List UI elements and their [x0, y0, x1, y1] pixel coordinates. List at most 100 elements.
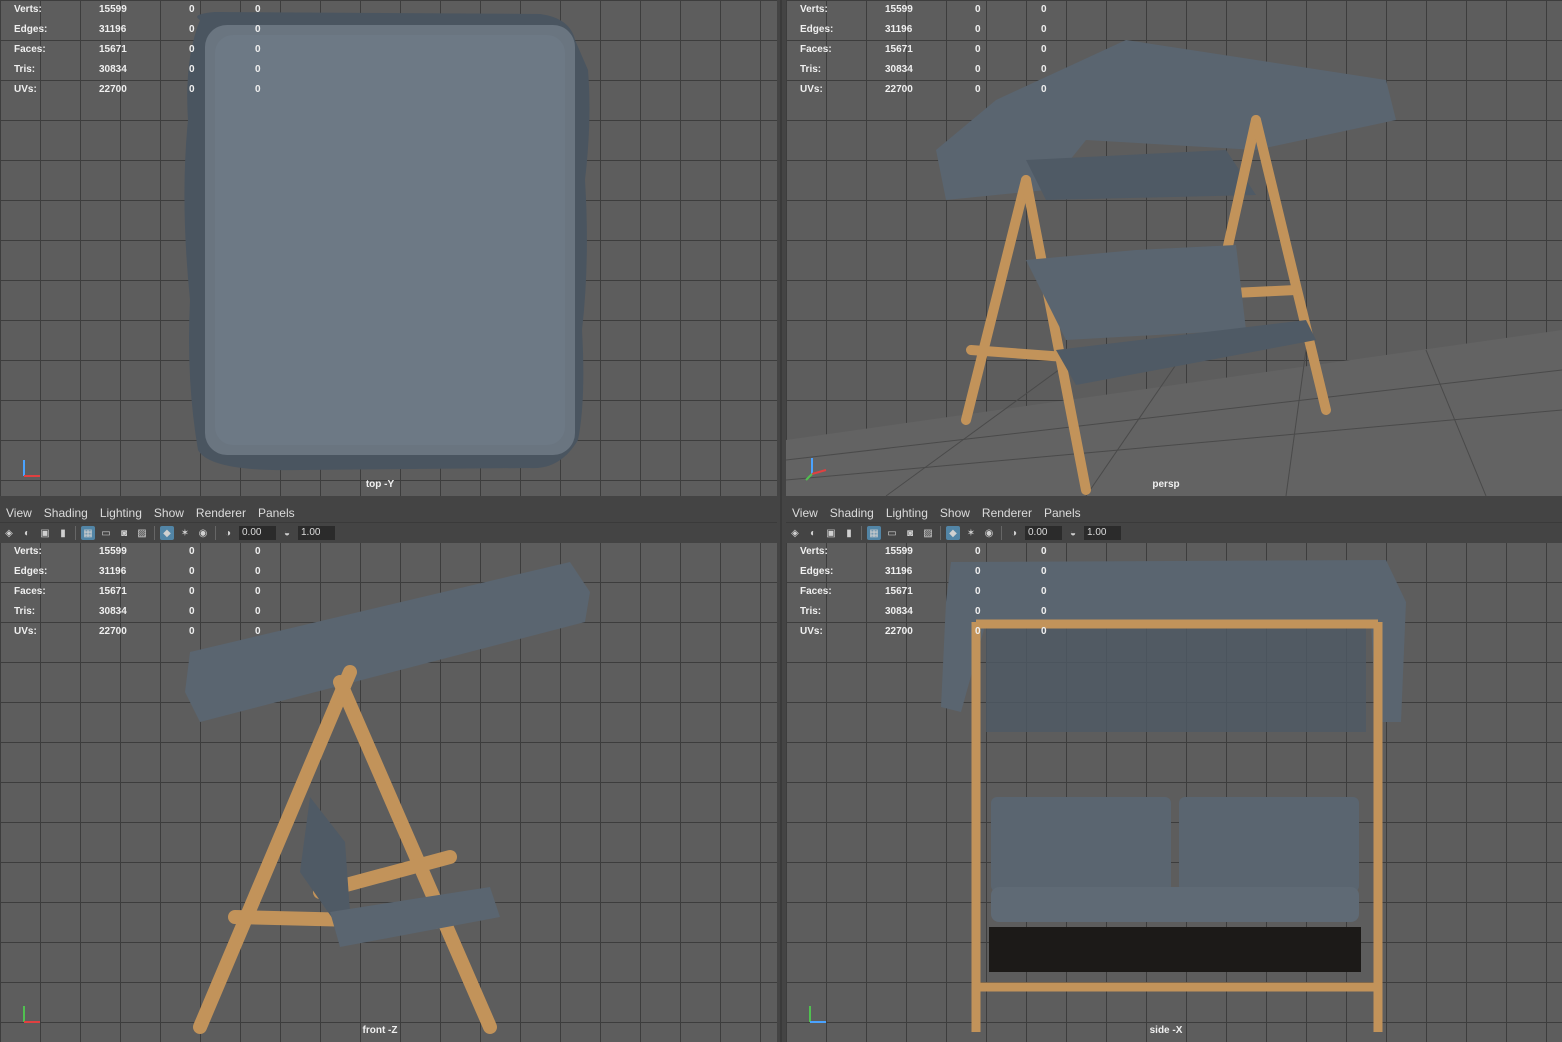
uvs-value: 22700: [99, 626, 127, 637]
edges-label: Edges:: [800, 24, 834, 35]
separator: [75, 526, 76, 540]
edges-zero-b: 0: [255, 24, 261, 35]
verts-value: 15599: [99, 546, 127, 557]
gamma-icon[interactable]: ◒: [280, 526, 294, 540]
light-icon[interactable]: ✶: [964, 526, 978, 540]
menu-lighting[interactable]: Lighting: [94, 506, 148, 520]
exposure-icon[interactable]: ◑: [221, 526, 235, 540]
verts-zero-b: 0: [1041, 546, 1047, 557]
separator: [215, 526, 216, 540]
menu-view[interactable]: View: [786, 506, 824, 520]
cube-shaded-icon[interactable]: ◆: [160, 526, 174, 540]
lasso-icon[interactable]: ◐: [806, 526, 820, 540]
verts-value: 15599: [99, 4, 127, 15]
menu-renderer[interactable]: Renderer: [190, 506, 252, 520]
verts-label: Verts:: [800, 546, 828, 557]
faces-zero-a: 0: [189, 586, 195, 597]
edges-label: Edges:: [14, 566, 48, 577]
uvs-zero-b: 0: [1041, 84, 1047, 95]
menu-panels[interactable]: Panels: [1038, 506, 1087, 520]
edges-label: Edges:: [14, 24, 48, 35]
axis-gizmo-icon: [23, 1006, 40, 1023]
camera-label: persp: [1152, 479, 1180, 490]
isolate-icon[interactable]: ◉: [196, 526, 210, 540]
tris-zero-b: 0: [1041, 64, 1047, 75]
bookmark-icon[interactable]: ▮: [842, 526, 856, 540]
menu-renderer[interactable]: Renderer: [976, 506, 1038, 520]
select-icon[interactable]: ◈: [2, 526, 16, 540]
cube-shaded-icon[interactable]: ◆: [946, 526, 960, 540]
camera-icon[interactable]: ▣: [824, 526, 838, 540]
select-icon[interactable]: ◈: [788, 526, 802, 540]
axis-gizmo-icon: [805, 458, 827, 481]
menu-show[interactable]: Show: [148, 506, 190, 520]
edges-zero-b: 0: [1041, 24, 1047, 35]
verts-zero-a: 0: [975, 546, 981, 557]
uvs-zero-b: 0: [255, 626, 261, 637]
menu-show[interactable]: Show: [934, 506, 976, 520]
pane-divider[interactable]: [777, 0, 786, 1042]
gamma-field[interactable]: 1.00: [1084, 526, 1121, 540]
verts-value: 15599: [885, 546, 913, 557]
edges-value: 31196: [99, 566, 127, 577]
tris-zero-a: 0: [189, 606, 195, 617]
gamma-icon[interactable]: ◒: [1066, 526, 1080, 540]
edges-zero-a: 0: [975, 24, 981, 35]
grid-icon[interactable]: ▦: [867, 526, 881, 540]
textured-icon[interactable]: ▨: [135, 526, 149, 540]
faces-zero-b: 0: [1041, 586, 1047, 597]
verts-zero-a: 0: [189, 546, 195, 557]
tris-zero-b: 0: [1041, 606, 1047, 617]
viewport-persp[interactable]: Verts: 15599 0 0 Edges: 31196 0 0 Faces: 15671 0…: [786, 0, 1562, 496]
edges-zero-b: 0: [1041, 566, 1047, 577]
edges-label: Edges:: [800, 566, 834, 577]
menu-shading[interactable]: Shading: [824, 506, 880, 520]
exposure-field[interactable]: 0.00: [239, 526, 276, 540]
verts-zero-a: 0: [975, 4, 981, 15]
tris-zero-b: 0: [255, 606, 261, 617]
faces-value: 15671: [885, 586, 913, 597]
menu-panels[interactable]: Panels: [252, 506, 301, 520]
tris-zero-a: 0: [975, 64, 981, 75]
shaded-icon[interactable]: ◙: [903, 526, 917, 540]
textured-icon[interactable]: ▨: [921, 526, 935, 540]
faces-zero-a: 0: [975, 586, 981, 597]
faces-zero-b: 0: [255, 586, 261, 597]
faces-zero-a: 0: [189, 44, 195, 55]
edges-zero-a: 0: [189, 24, 195, 35]
exposure-field[interactable]: 0.00: [1025, 526, 1062, 540]
wireframe-icon[interactable]: ▭: [885, 526, 899, 540]
uvs-zero-a: 0: [975, 84, 981, 95]
edges-zero-b: 0: [255, 566, 261, 577]
faces-value: 15671: [99, 586, 127, 597]
grid-icon[interactable]: ▦: [81, 526, 95, 540]
edges-zero-a: 0: [189, 566, 195, 577]
uvs-label: UVs:: [800, 84, 823, 95]
menu-view[interactable]: View: [0, 506, 38, 520]
shaded-icon[interactable]: ◙: [117, 526, 131, 540]
bookmark-icon[interactable]: ▮: [56, 526, 70, 540]
menu-lighting[interactable]: Lighting: [880, 506, 934, 520]
wireframe-icon[interactable]: ▭: [99, 526, 113, 540]
panel-toolbar-right: ◈ ◐ ▣ ▮ ▦ ▭ ◙ ▨ ◆ ✶ ◉ ◑ 0.00 ◒ 1.00: [786, 522, 1562, 543]
light-icon[interactable]: ✶: [178, 526, 192, 540]
gamma-field[interactable]: 1.00: [298, 526, 335, 540]
exposure-icon[interactable]: ◑: [1007, 526, 1021, 540]
viewport-front[interactable]: Verts: 15599 0 0 Edges: 31196 0 0 Faces: 15671 0…: [0, 542, 777, 1042]
viewport-side[interactable]: Verts: 15599 0 0 Edges: 31196 0 0 Faces: 15671 0…: [786, 542, 1562, 1042]
uvs-zero-b: 0: [255, 84, 261, 95]
edges-value: 31196: [885, 566, 913, 577]
camera-icon[interactable]: ▣: [38, 526, 52, 540]
uvs-value: 22700: [885, 626, 913, 637]
lasso-icon[interactable]: ◐: [20, 526, 34, 540]
uvs-zero-a: 0: [189, 84, 195, 95]
isolate-icon[interactable]: ◉: [982, 526, 996, 540]
tris-value: 30834: [885, 606, 913, 617]
panel-menubar-right: View Shading Lighting Show Renderer Pane…: [786, 502, 1562, 524]
tris-label: Tris:: [14, 606, 36, 617]
menu-shading[interactable]: Shading: [38, 506, 94, 520]
viewport-top[interactable]: Verts: 15599 0 0 Edges: 31196 0 0 Faces: 15671 0…: [0, 0, 777, 496]
camera-label: side -X: [1149, 1025, 1183, 1036]
separator: [1001, 526, 1002, 540]
faces-zero-a: 0: [975, 44, 981, 55]
